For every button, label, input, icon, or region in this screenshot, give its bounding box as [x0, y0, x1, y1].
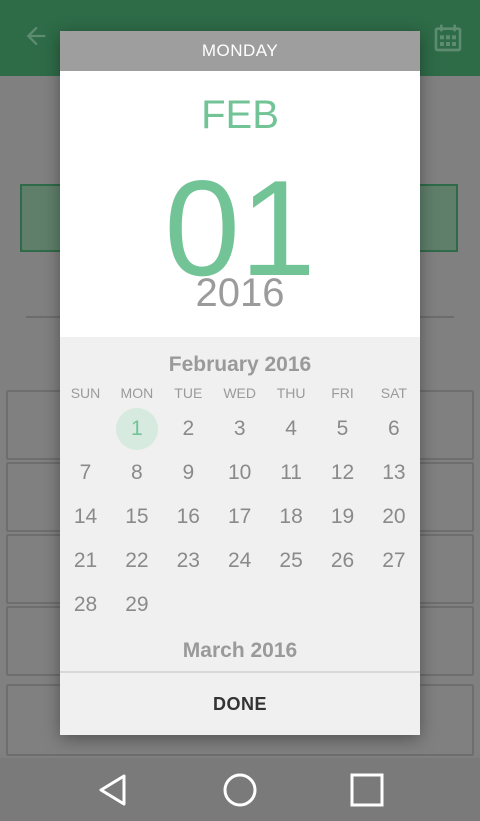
day-cell[interactable]: 2: [163, 407, 214, 451]
day-number: 6: [388, 417, 400, 440]
day-cell[interactable]: 27: [368, 539, 419, 583]
day-number: 11: [280, 461, 302, 484]
day-cell[interactable]: 20: [368, 495, 419, 539]
day-number: 1: [131, 417, 143, 440]
selected-month[interactable]: FEB: [60, 93, 420, 138]
day-number: 5: [336, 417, 349, 440]
weekday-label: SUN: [70, 385, 101, 401]
day-cell[interactable]: 17: [214, 495, 265, 539]
day-number: 27: [382, 549, 406, 572]
day-number: 23: [176, 549, 200, 572]
day-cell[interactable]: 4: [266, 407, 317, 451]
weekday-label: THU: [276, 385, 306, 401]
day-cell[interactable]: 21: [60, 539, 111, 583]
day-cell[interactable]: 11: [266, 451, 317, 495]
weekday-label: SAT: [380, 385, 407, 401]
square-recents-icon[interactable]: [345, 768, 389, 812]
done-button[interactable]: DONE: [60, 671, 420, 735]
day-number: 7: [79, 461, 92, 484]
day-number: 17: [228, 505, 252, 528]
day-number: 25: [279, 549, 303, 572]
selected-date-display: FEB 01 2016: [60, 71, 420, 337]
day-cell[interactable]: 15: [111, 495, 162, 539]
day-number: 24: [228, 549, 252, 572]
day-cell[interactable]: 14: [60, 495, 111, 539]
weekday-label: MON: [120, 385, 154, 401]
day-cell[interactable]: 19: [317, 495, 368, 539]
system-nav-bar: [0, 758, 480, 821]
day-number: 9: [182, 461, 195, 484]
weekday-label: WED: [223, 385, 257, 401]
day-cell[interactable]: 24: [214, 539, 265, 583]
day-number: 18: [279, 505, 303, 528]
day-number: 4: [285, 417, 297, 440]
day-cell[interactable]: 5: [317, 407, 368, 451]
day-cell[interactable]: 26: [317, 539, 368, 583]
day-number: 29: [125, 593, 149, 616]
next-month-title: March 2016: [182, 639, 298, 662]
day-number: 15: [125, 505, 149, 528]
day-cell[interactable]: 13: [368, 451, 419, 495]
calendar-icon[interactable]: [432, 22, 464, 54]
day-number: 22: [125, 549, 149, 572]
day-cell[interactable]: 6: [368, 407, 419, 451]
day-cell[interactable]: 12: [317, 451, 368, 495]
day-number: 12: [330, 461, 355, 484]
day-number: 21: [73, 549, 98, 572]
triangle-back-icon[interactable]: [92, 768, 136, 812]
day-cell[interactable]: 22: [111, 539, 162, 583]
day-cell[interactable]: 1: [111, 407, 162, 451]
day-number: 19: [330, 505, 355, 528]
day-number: 10: [228, 461, 252, 484]
day-cell[interactable]: 8: [111, 451, 162, 495]
day-number: 28: [73, 593, 98, 616]
day-cell[interactable]: 28: [60, 583, 111, 627]
month-calendar[interactable]: February 2016 SUN MON TUE WED THU FRI SAT 1234…: [60, 337, 420, 670]
day-number: 2: [182, 417, 195, 440]
day-cell[interactable]: 7: [60, 451, 111, 495]
day-number: 13: [382, 461, 406, 484]
day-number: 16: [176, 505, 200, 528]
day-cell[interactable]: 16: [163, 495, 214, 539]
day-number: 3: [233, 417, 246, 440]
day-cell[interactable]: 10: [214, 451, 265, 495]
selected-year[interactable]: 2016: [60, 271, 420, 316]
weekday-header: MONDAY: [60, 31, 420, 71]
day-cell[interactable]: 9: [163, 451, 214, 495]
weekday-label: FRI: [331, 385, 354, 401]
day-cell[interactable]: 25: [266, 539, 317, 583]
date-picker-dialog: MONDAY FEB 01 2016 February 2016 SUN MON T…: [60, 31, 420, 735]
day-number: 8: [131, 461, 143, 484]
day-number: 14: [73, 505, 98, 528]
day-cell[interactable]: 18: [266, 495, 317, 539]
arrow-left-icon[interactable]: [22, 22, 50, 50]
day-number: 26: [330, 549, 355, 572]
day-number: 20: [382, 505, 406, 528]
day-cell[interactable]: 23: [163, 539, 214, 583]
day-cell[interactable]: 3: [214, 407, 265, 451]
month-title: February 2016: [168, 353, 312, 376]
day-cell[interactable]: 29: [111, 583, 162, 627]
weekday-label: TUE: [174, 385, 203, 401]
circle-home-icon[interactable]: [218, 768, 262, 812]
